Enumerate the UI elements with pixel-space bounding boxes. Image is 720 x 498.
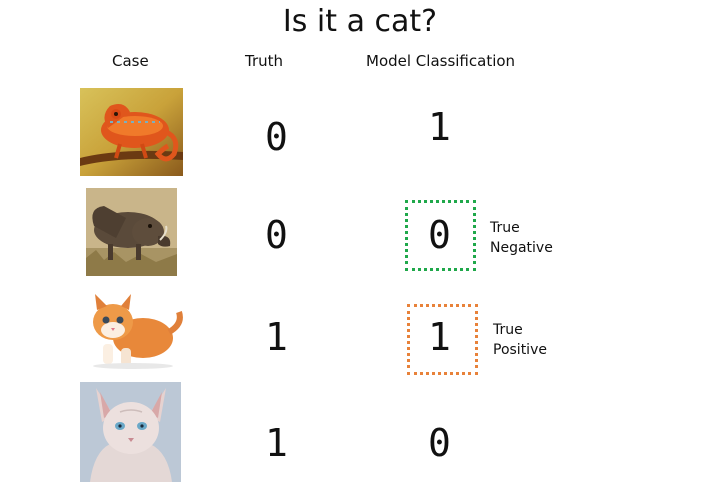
annotation-line: True: [490, 220, 520, 236]
prediction-value: 1: [428, 315, 451, 359]
header-truth: Truth: [245, 52, 284, 70]
truth-value: 1: [265, 315, 288, 359]
annotation-line: Positive: [493, 342, 547, 358]
header-model-classification: Model Classification: [366, 52, 516, 70]
annotation-line: True: [493, 322, 523, 338]
prediction-value: 1: [428, 105, 451, 149]
truth-value: 0: [265, 213, 288, 257]
sphynx-cat-image: [80, 382, 181, 482]
page-title: Is it a cat?: [282, 4, 438, 39]
true-positive-label: True Positive: [493, 320, 547, 360]
true-negative-label: True Negative: [490, 218, 553, 258]
truth-value: 1: [265, 421, 288, 465]
annotation-line: Negative: [490, 240, 553, 256]
warthog-image: [86, 188, 177, 276]
header-case: Case: [112, 52, 149, 70]
chameleon-image: [80, 88, 183, 176]
kitten-image: [81, 288, 186, 370]
prediction-value: 0: [428, 421, 451, 465]
truth-value: 0: [265, 115, 288, 159]
prediction-value: 0: [428, 213, 451, 257]
